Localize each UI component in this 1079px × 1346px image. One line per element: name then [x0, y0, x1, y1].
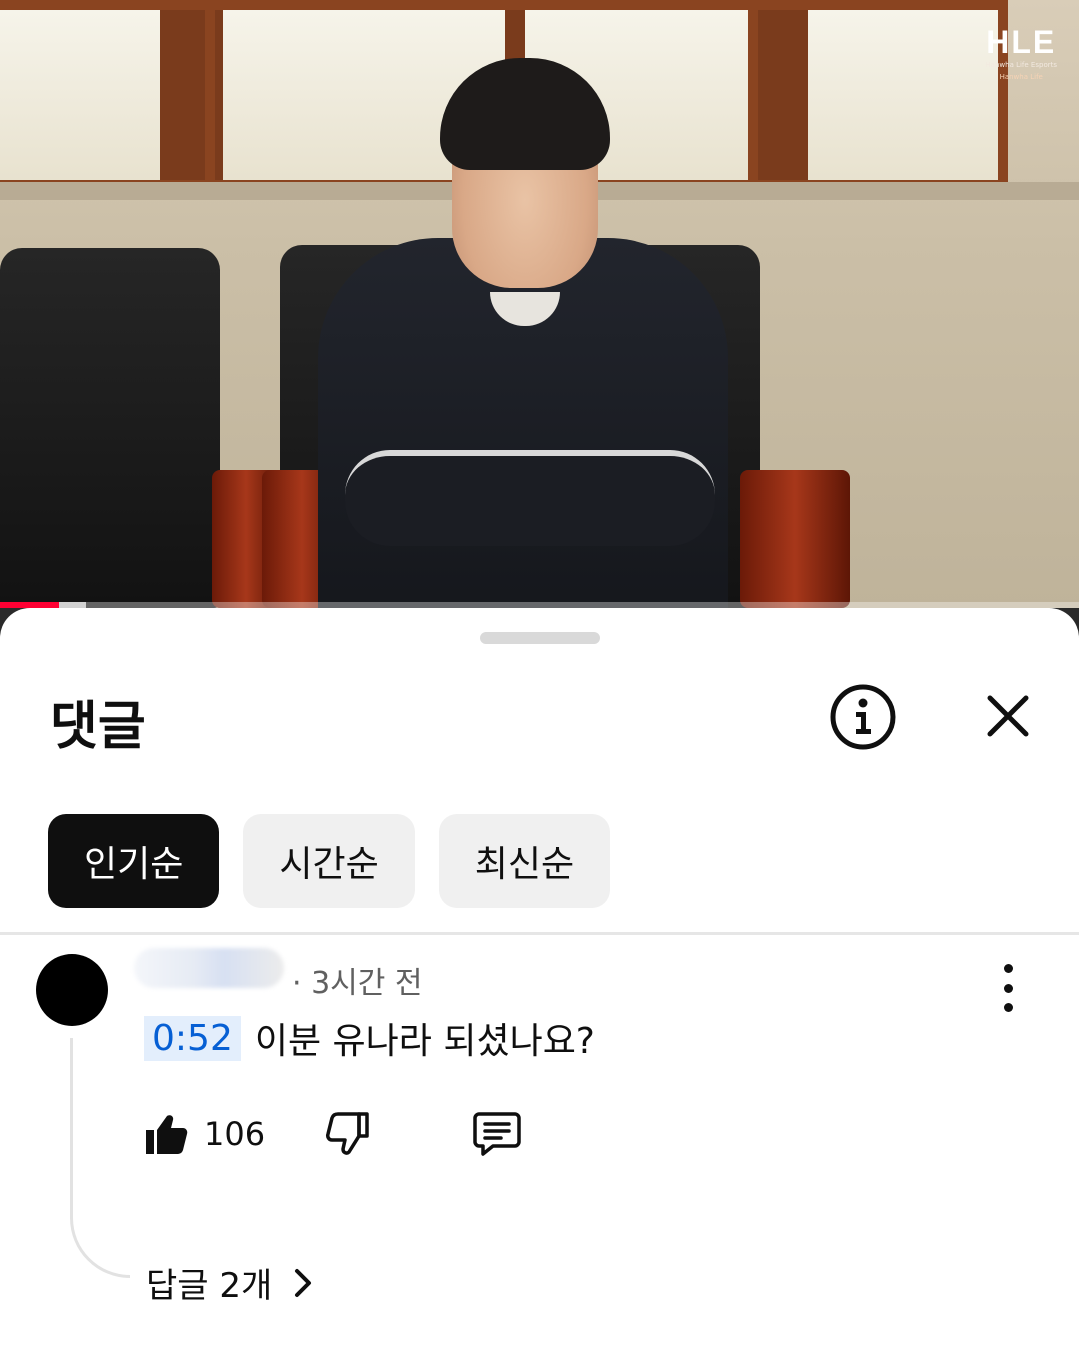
sort-chips: 인기순 시간순 최신순 [48, 814, 611, 908]
thumbs-down-icon [326, 1112, 369, 1155]
thread-line [70, 1038, 130, 1278]
avatar[interactable] [36, 954, 108, 1026]
info-button[interactable] [828, 682, 898, 752]
window-left [0, 0, 222, 190]
close-button[interactable] [976, 684, 1040, 748]
dislike-button[interactable] [323, 1110, 371, 1158]
timestamp-link[interactable]: 0:52 [144, 1015, 241, 1061]
drag-handle[interactable] [480, 632, 600, 644]
comment-meta: · 3시간 전 [292, 966, 423, 1001]
hle-watermark-logo: HLE Hanwha Life Esports Hanwha Life [985, 24, 1057, 81]
comment-body: 0:52 이분 유나라 되셨나요? [144, 1012, 595, 1064]
chair-left [0, 248, 220, 608]
comments-sheet: 댓글 인기순 시간순 최신순 · 3시간 전 0:52 이분 유나라 되셨나요? [0, 608, 1079, 1346]
comment-text: 이분 유나라 되셨나요? [254, 1021, 595, 1062]
like-button[interactable]: 106 [142, 1110, 265, 1158]
author-name-redacted[interactable] [134, 948, 284, 988]
window-right [748, 0, 1008, 190]
info-circle-icon [830, 684, 896, 750]
sheet-title: 댓글 [50, 697, 146, 757]
sort-chip-popular[interactable]: 인기순 [48, 814, 220, 908]
divider [0, 932, 1079, 935]
reply-comment-icon [473, 1112, 521, 1156]
reply-button[interactable] [471, 1108, 523, 1160]
view-replies-button[interactable]: 답글 2개 [146, 1258, 320, 1307]
comment-actions: 106 [142, 1108, 523, 1160]
thumbs-up-icon [146, 1115, 188, 1154]
replies-label: 답글 2개 [146, 1266, 273, 1306]
sort-chip-newest[interactable]: 최신순 [438, 814, 611, 908]
like-count: 106 [204, 1115, 266, 1153]
sort-chip-timeline[interactable]: 시간순 [243, 814, 415, 908]
video-player[interactable]: HLE Hanwha Life Esports Hanwha Life [0, 0, 1079, 608]
more-vert-icon [1003, 964, 1013, 973]
chevron-right-icon [295, 1268, 312, 1297]
more-options-button[interactable] [990, 964, 1026, 1012]
close-icon [987, 695, 1029, 737]
